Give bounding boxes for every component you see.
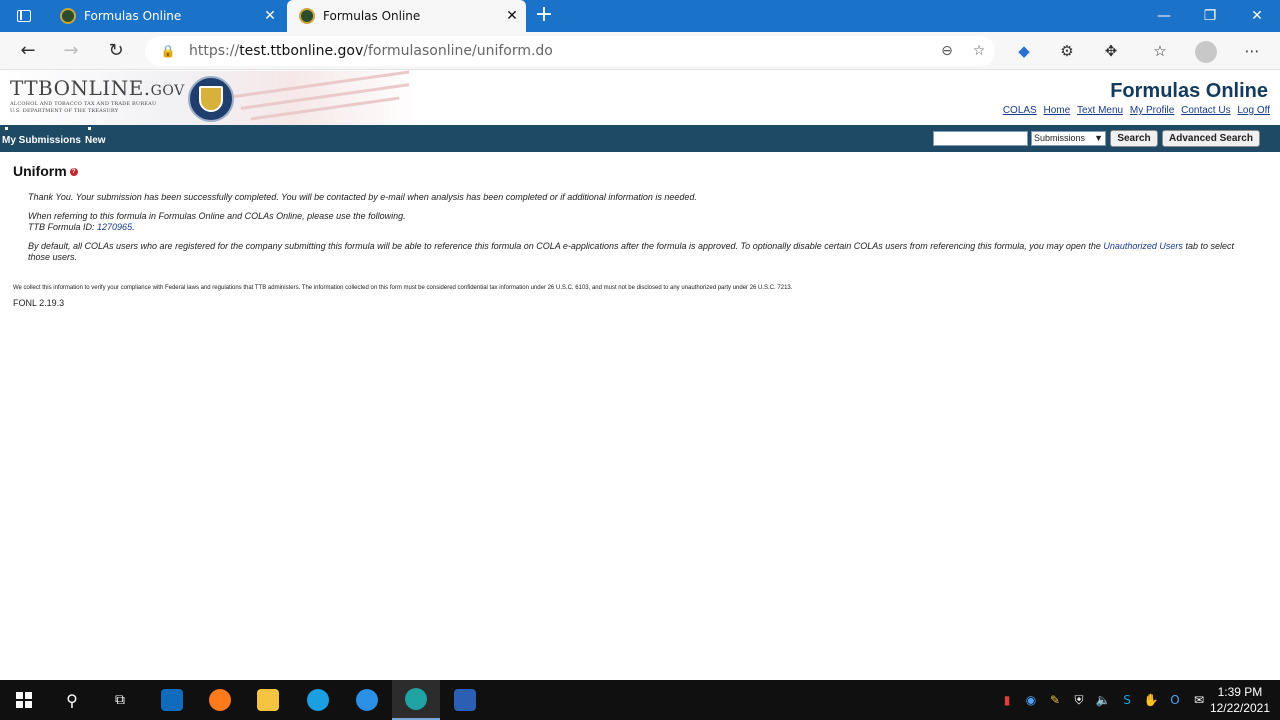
favorites-icon[interactable]: ☆ xyxy=(1146,38,1174,64)
main-navbar: My Submissions New Submissions ▼ Search … xyxy=(0,125,1280,152)
privacy-disclaimer: We collect this information to verify yo… xyxy=(13,285,793,291)
search-button[interactable]: Search xyxy=(1110,130,1158,147)
page-title: Uniform? xyxy=(13,163,1253,179)
search-input[interactable] xyxy=(933,131,1028,146)
nav-my-submissions-label: My Submissions xyxy=(2,135,81,146)
ttb-favicon-icon xyxy=(60,8,76,24)
web-page: TTBONLINE.GOV ALCOHOL AND TOBACCO TAX AN… xyxy=(0,70,1280,680)
skype-icon[interactable] xyxy=(294,680,342,720)
version-label: FONL 2.19.3 xyxy=(13,298,65,308)
default-access-message: By default, all COLAs users who are regi… xyxy=(28,241,1253,263)
tray-skype-icon[interactable]: S xyxy=(1115,693,1139,707)
clock-date: 12/22/2021 xyxy=(1209,701,1270,715)
nav-new-label: New xyxy=(85,135,106,146)
profile-avatar[interactable] xyxy=(1192,38,1220,64)
volume-icon[interactable]: 🔈 xyxy=(1091,693,1115,707)
thank-you-message: Thank You. Your submission has been succ… xyxy=(28,192,697,202)
tray-sync-icon[interactable]: ◉ xyxy=(1019,693,1043,707)
main-content: Uniform? Thank You. Your submission has … xyxy=(13,163,1253,308)
page-title-text: Uniform xyxy=(13,163,67,179)
formula-id-value: 1270965 xyxy=(97,222,133,232)
logo-department: U.S. DEPARTMENT OF THE TREASURY xyxy=(10,108,119,114)
logo-gov-text: GOV xyxy=(150,83,185,99)
refresh-button[interactable]: ↻ xyxy=(101,36,131,66)
task-view-icon[interactable]: ⧉ xyxy=(96,680,144,720)
url-host: test.ttbonline.gov xyxy=(239,43,364,59)
forward-button[interactable]: → xyxy=(56,36,86,66)
url-path: /formulasonline/uniform.do xyxy=(363,43,553,59)
link-log-off[interactable]: Log Off xyxy=(1237,105,1270,116)
add-favorite-icon[interactable]: ☆ xyxy=(963,43,995,59)
back-button[interactable]: ← xyxy=(13,36,43,66)
browser-tab-2[interactable]: Formulas Online ✕ xyxy=(287,0,526,32)
app-title: Formulas Online xyxy=(1110,80,1268,102)
windows-taskbar: ⚲ ⧉ ▮ ◉ ✎ ⛨ 🔈 S ✋ O ✉ 1:39 PM 12/22/2021 xyxy=(0,680,1280,720)
browser-tab-1[interactable]: Formulas Online ✕ xyxy=(48,0,284,32)
system-tray: ▮ ◉ ✎ ⛨ 🔈 S ✋ O ✉ xyxy=(995,680,1211,720)
lock-icon[interactable]: 🔒 xyxy=(153,44,183,58)
extension-icon[interactable]: ⚙ xyxy=(1053,38,1081,64)
tab-label: Formulas Online xyxy=(323,9,421,23)
tray-handshake-icon[interactable]: ✋ xyxy=(1139,693,1163,707)
minimize-button[interactable]: — xyxy=(1141,0,1187,32)
treasury-seal-icon xyxy=(188,76,234,122)
logo-subtitle: ALCOHOL AND TOBACCO TAX AND TRADE BUREAU xyxy=(10,101,157,107)
tray-outlook-icon[interactable]: O xyxy=(1163,693,1187,707)
referring-message: When referring to this formula in Formul… xyxy=(28,211,406,221)
zoom-icon[interactable]: ⊖ xyxy=(931,43,963,59)
search-icon[interactable]: ⚲ xyxy=(48,680,96,720)
url-scheme: https:// xyxy=(189,43,240,59)
top-links: COLAS Home Text Menu My Profile Contact … xyxy=(999,105,1270,116)
file-explorer-icon[interactable] xyxy=(244,680,292,720)
extension-shield-icon[interactable]: ◆ xyxy=(1010,38,1038,64)
browser-toolbar: ← → ↻ 🔒 https://test.ttbonline.gov/formu… xyxy=(0,32,1280,70)
advanced-search-button[interactable]: Advanced Search xyxy=(1162,130,1260,147)
tray-app-icon[interactable]: ▮ xyxy=(995,693,1019,707)
unauthorized-users-link[interactable]: Unauthorized Users xyxy=(1103,241,1183,251)
search-type-value: Submissions xyxy=(1034,133,1086,143)
close-window-button[interactable]: ✕ xyxy=(1234,0,1280,32)
link-home[interactable]: Home xyxy=(1044,105,1071,116)
internet-explorer-icon[interactable] xyxy=(343,680,391,720)
link-text-menu[interactable]: Text Menu xyxy=(1077,105,1123,116)
nav-new[interactable]: New xyxy=(85,127,106,146)
close-tab-icon[interactable]: ✕ xyxy=(498,8,526,24)
nav-my-submissions[interactable]: My Submissions xyxy=(2,127,81,146)
tray-security-icon[interactable]: ⛨ xyxy=(1067,693,1091,708)
word-icon[interactable] xyxy=(441,680,489,720)
tray-edit-icon[interactable]: ✎ xyxy=(1043,693,1067,707)
new-tab-button[interactable]: + xyxy=(530,2,558,30)
link-colas[interactable]: COLAS xyxy=(1003,105,1037,116)
logo-main-text: TTBONLINE. xyxy=(10,76,151,100)
link-contact-us[interactable]: Contact Us xyxy=(1181,105,1230,116)
search-type-select[interactable]: Submissions ▼ xyxy=(1031,131,1106,146)
tab-label: Formulas Online xyxy=(84,9,182,23)
default-access-text: By default, all COLAs users who are regi… xyxy=(28,241,1101,251)
system-clock[interactable]: 1:39 PM 12/22/2021 xyxy=(1210,684,1270,716)
restore-button[interactable]: ❐ xyxy=(1187,0,1233,32)
ttb-favicon-icon xyxy=(299,8,315,24)
help-icon[interactable]: ? xyxy=(69,168,78,177)
formula-id-label: TTB Formula ID: xyxy=(28,222,95,232)
address-bar-input[interactable]: 🔒 https://test.ttbonline.gov/formulasonl… xyxy=(145,36,995,66)
outlook-icon[interactable] xyxy=(148,680,196,720)
formula-id-line: TTB Formula ID: 1270965. xyxy=(28,222,135,232)
mail-icon[interactable]: ✉ xyxy=(1187,693,1211,707)
edge-icon[interactable] xyxy=(392,680,440,720)
chevron-down-icon: ▼ xyxy=(1094,133,1103,143)
start-button[interactable] xyxy=(0,680,48,720)
more-menu-icon[interactable]: ⋯ xyxy=(1238,38,1266,64)
clock-time: 1:39 PM xyxy=(1217,685,1263,699)
extensions-puzzle-icon[interactable]: ✥ xyxy=(1097,38,1125,64)
link-my-profile[interactable]: My Profile xyxy=(1130,105,1174,116)
ttb-logo[interactable]: TTBONLINE.GOV ALCOHOL AND TOBACCO TAX AN… xyxy=(10,76,185,114)
site-header: TTBONLINE.GOV ALCOHOL AND TOBACCO TAX AN… xyxy=(0,70,1280,125)
browser-title-bar: Formulas Online ✕ Formulas Online ✕ + — … xyxy=(0,0,1280,32)
tab-actions-icon[interactable] xyxy=(8,4,40,28)
firefox-icon[interactable] xyxy=(196,680,244,720)
close-tab-icon[interactable]: ✕ xyxy=(256,8,284,24)
